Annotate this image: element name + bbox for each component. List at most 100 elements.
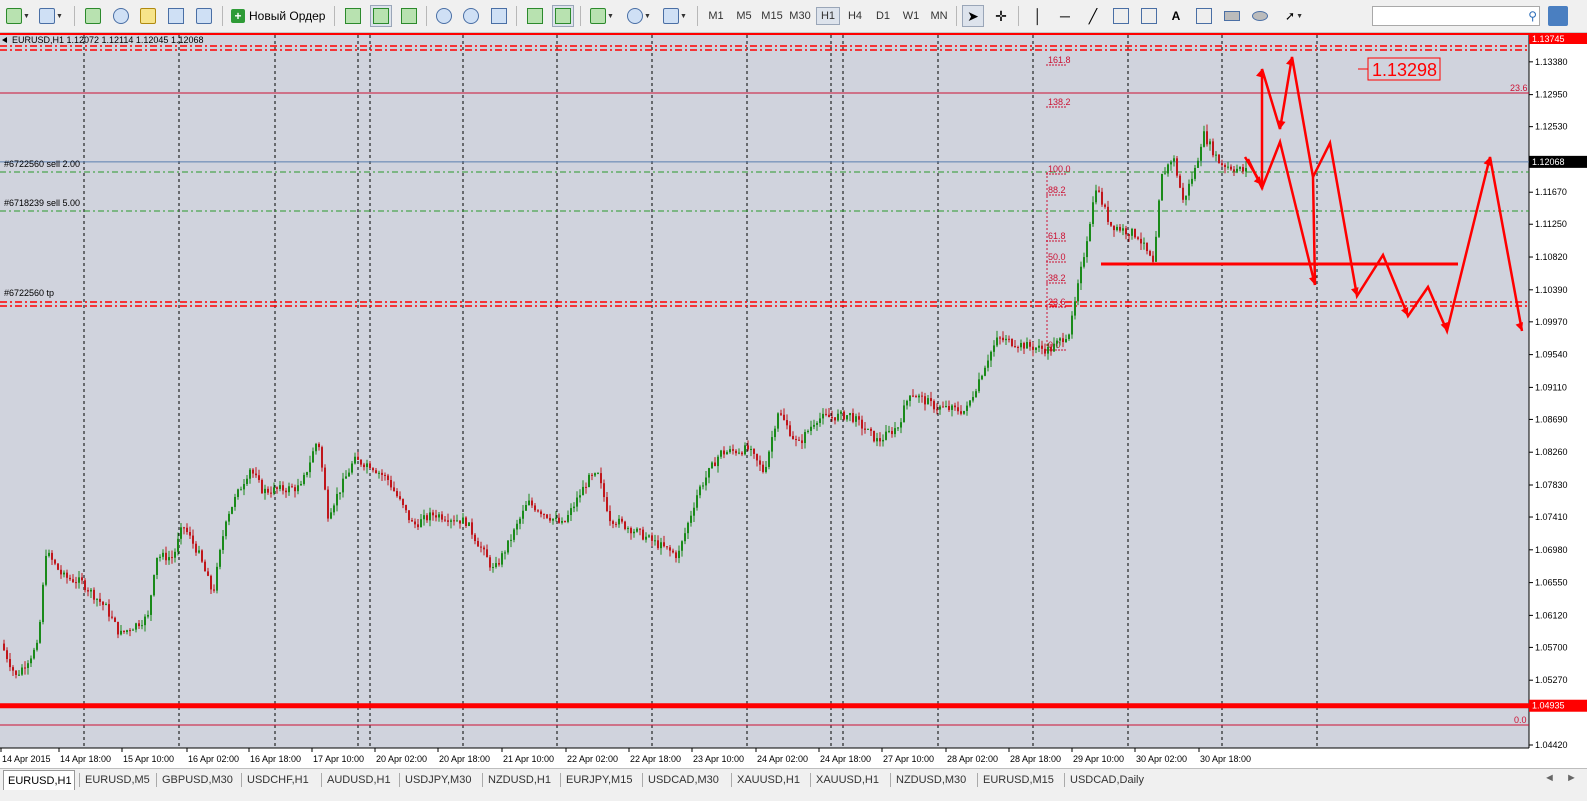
bull-candle [966, 405, 968, 411]
chart-tab-usdcad-daily[interactable]: USDCAD,Daily [1066, 771, 1144, 789]
bull-candle [633, 531, 635, 534]
bull-candle [234, 496, 236, 507]
bear-candle [657, 540, 659, 549]
community-button[interactable] [1548, 6, 1568, 26]
fibonacci-button[interactable] [1138, 5, 1160, 27]
bull-candle [303, 474, 305, 484]
auto-scroll-icon [555, 8, 571, 24]
bear-candle [444, 519, 446, 521]
timeframe-m15-button[interactable]: M15 [760, 7, 784, 25]
timeframe-m5-button[interactable]: M5 [732, 7, 756, 25]
price-scale-label: 1.10390 [1535, 285, 1568, 295]
auto-scroll-button[interactable] [552, 5, 574, 27]
chart-shift-button[interactable] [524, 5, 546, 27]
chart-tab-eurusd-h1[interactable]: EURUSD,H1 [3, 770, 75, 790]
chart-tab-xauusd-h1[interactable]: XAUUSD,H1 [733, 771, 807, 789]
bull-candle [522, 510, 524, 519]
toolbar-separator [1018, 6, 1019, 26]
timeframe-m1-button[interactable]: M1 [704, 7, 728, 25]
price-chart[interactable]: 1.13745 1.13380 1.12950 1.12530 1.12068 1.116… [0, 33, 1587, 768]
bull-candle [168, 557, 170, 561]
chart-tab-usdcad-m30[interactable]: USDCAD,M30 [644, 771, 728, 789]
terminal-button[interactable] [165, 5, 187, 27]
bear-candle [756, 453, 758, 461]
chart-shift-icon [527, 8, 543, 24]
bar-chart-button[interactable] [342, 5, 364, 27]
navigator-button[interactable] [137, 5, 159, 27]
arrows-button[interactable]: ➚ ▼ [1279, 5, 1309, 27]
bull-candle [1071, 315, 1073, 335]
templates-button[interactable]: ▼ [660, 5, 690, 27]
rectangle-button[interactable] [1221, 5, 1243, 27]
cursor-tool-button[interactable]: ➤ [962, 5, 984, 27]
data-window-button[interactable] [110, 5, 132, 27]
bull-candle [468, 522, 470, 527]
tab-scroll-right-icon[interactable]: ► [1566, 772, 1577, 784]
chart-tab-usdjpy-m30[interactable]: USDJPY,M30 [401, 771, 479, 789]
zoom-in-button[interactable] [433, 5, 455, 27]
bull-candle [678, 550, 680, 559]
text-label-button[interactable] [1193, 5, 1215, 27]
time-label: 16 Apr 18:00 [250, 754, 301, 764]
new-chart-button[interactable]: ▼ [4, 5, 32, 27]
vertical-line-button[interactable]: │ [1027, 5, 1049, 27]
search-box[interactable]: ⚲ [1372, 6, 1540, 26]
zoom-out-button[interactable] [460, 5, 482, 27]
new-order-button[interactable]: + Новый Ордер [231, 5, 325, 27]
horizontal-line-button[interactable]: ─ [1054, 5, 1076, 27]
bear-candle [1023, 342, 1025, 349]
chart-tab-eurjpy-m15[interactable]: EURJPY,M15 [562, 771, 639, 789]
bear-candle [387, 475, 389, 480]
time-label: 28 Apr 18:00 [1010, 754, 1061, 764]
chart-tab-audusd-h1[interactable]: AUDUSD,H1 [323, 771, 396, 789]
timeframe-m30-button[interactable]: M30 [788, 7, 812, 25]
dropdown-arrow-icon: ▼ [23, 12, 30, 20]
line-chart-button[interactable] [398, 5, 420, 27]
equidistant-channel-button[interactable] [1110, 5, 1132, 27]
search-input[interactable] [1373, 7, 1521, 25]
bear-candle [1242, 167, 1244, 172]
timeframe-h4-button[interactable]: H4 [843, 7, 867, 25]
bull-candle [738, 452, 740, 454]
chart-tab-gbpusd-m30[interactable]: GBPUSD,M30 [158, 771, 238, 789]
crosshair-tool-button[interactable]: ✛ [990, 5, 1012, 27]
bull-candle [690, 515, 692, 523]
new-order-label: Новый Ордер [249, 9, 326, 23]
chart-tab-eurusd-m5[interactable]: EURUSD,M5 [81, 771, 153, 789]
fib-level-label: 50.0 [1048, 252, 1066, 262]
tile-windows-icon [491, 8, 507, 24]
ellipse-button[interactable] [1249, 5, 1271, 27]
timeframe-d1-button[interactable]: D1 [871, 7, 895, 25]
tab-scroll-left-icon[interactable]: ◄ [1544, 772, 1555, 784]
timeframe-mn-button[interactable]: MN [927, 7, 951, 25]
periods-button[interactable]: ▼ [624, 5, 654, 27]
tab-separator [977, 773, 978, 787]
bull-candle [567, 515, 569, 522]
bear-candle [360, 459, 362, 465]
timeframe-h1-button[interactable]: H1 [816, 7, 840, 25]
chart-tab-eurusd-m15[interactable]: EURUSD,M15 [979, 771, 1061, 789]
indicators-icon [590, 8, 607, 24]
market-watch-button[interactable] [82, 5, 104, 27]
bull-candle [768, 451, 770, 467]
tile-windows-button[interactable] [488, 5, 510, 27]
bear-candle [357, 456, 359, 460]
chart-tab-nzdusd-m30[interactable]: NZDUSD,M30 [892, 771, 974, 789]
bull-candle [345, 476, 347, 479]
chart-tab-xauusd-h1[interactable]: XAUUSD,H1 [812, 771, 886, 789]
strategy-tester-button[interactable] [193, 5, 215, 27]
chart-tab-nzdusd-h1[interactable]: NZDUSD,H1 [484, 771, 557, 789]
chart-tab-usdchf-h1[interactable]: USDCHF,H1 [243, 771, 318, 789]
timeframe-w1-button[interactable]: W1 [899, 7, 923, 25]
bull-candle [729, 449, 731, 453]
bull-candle [1056, 340, 1058, 344]
profiles-button[interactable]: ▼ [36, 5, 66, 27]
candlestick-button[interactable] [370, 5, 392, 27]
text-tool-button[interactable]: A [1165, 5, 1187, 27]
bull-candle [147, 614, 149, 617]
indicators-button[interactable]: ▼ [588, 5, 616, 27]
trendline-button[interactable]: ╱ [1082, 5, 1104, 27]
bear-candle [12, 667, 14, 671]
bear-candle [921, 395, 923, 397]
bear-candle [1206, 131, 1208, 145]
